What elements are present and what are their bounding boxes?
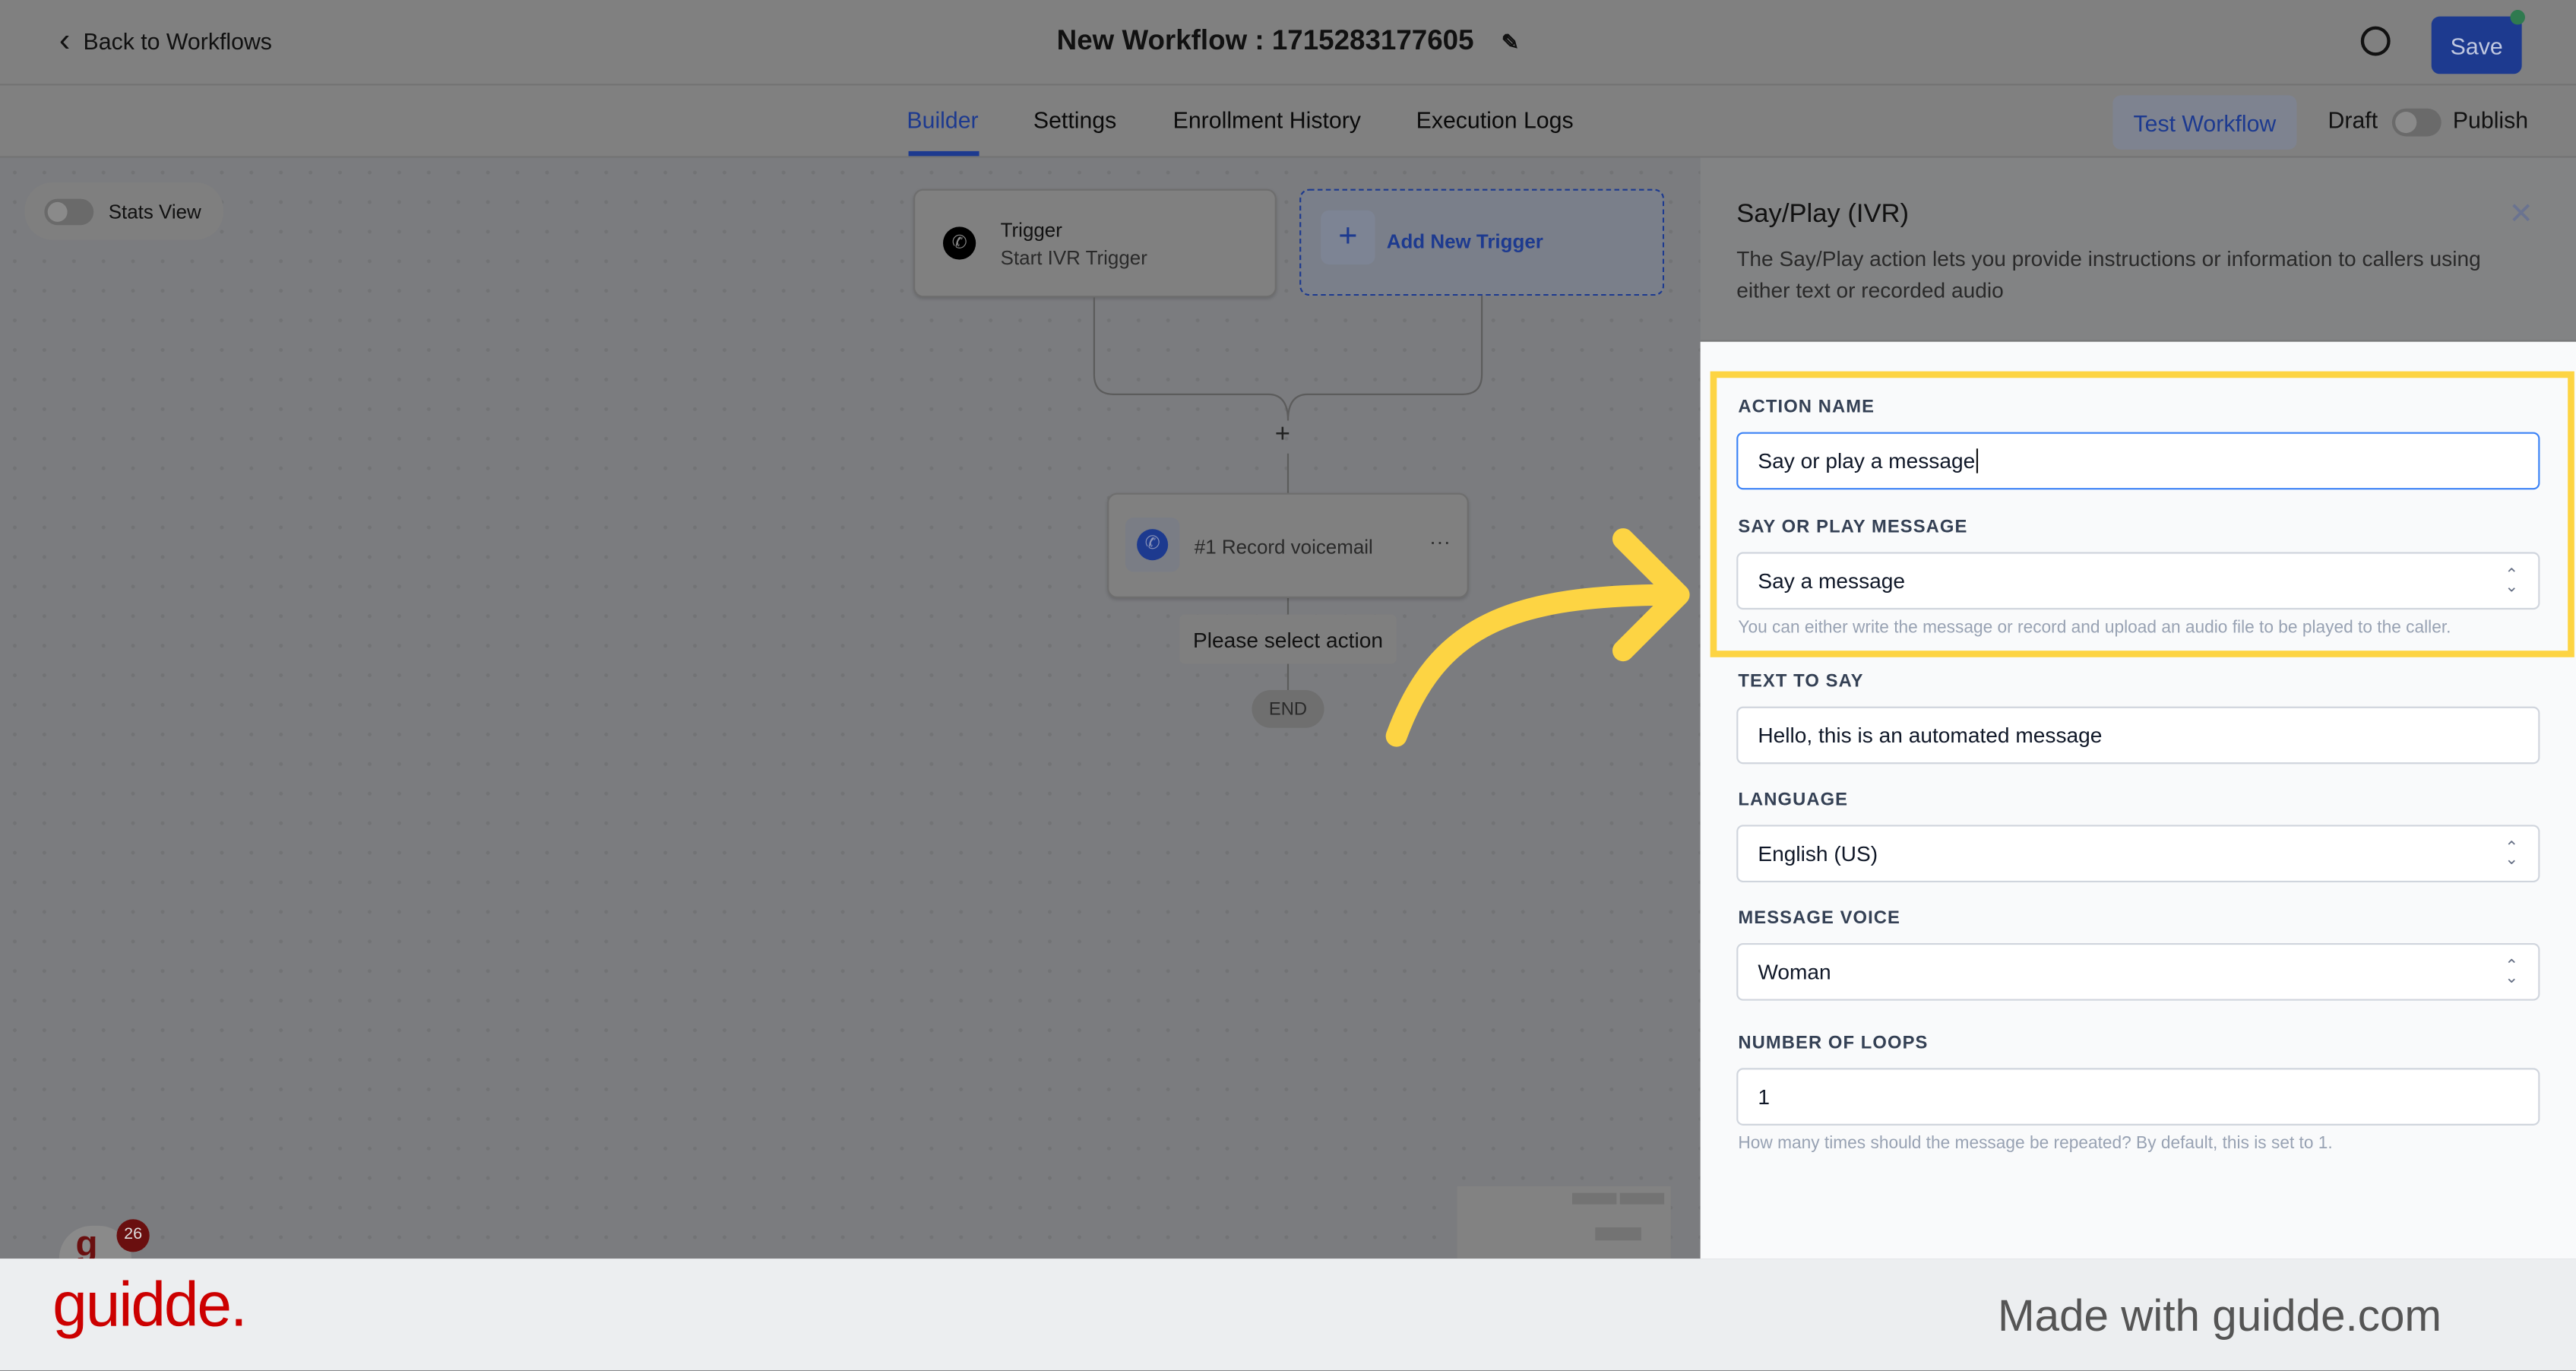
publish-label: Publish (2452, 106, 2529, 134)
text-to-say-label: TEXT TO SAY (1738, 672, 1864, 692)
select-value: Woman (1758, 959, 1831, 985)
tab-label: Settings (1033, 106, 1117, 134)
placeholder-label: Please select action (1193, 626, 1383, 652)
tab-label: Execution Logs (1416, 106, 1574, 134)
footer-bar: guidde. Made with guidde.com (0, 1259, 2576, 1371)
tab-enrollment-history[interactable]: Enrollment History (1173, 107, 1361, 134)
test-label: Test Workflow (2133, 109, 2277, 136)
guidde-logo: guidde. (52, 1271, 248, 1341)
updown-chevron-icon: ⌃ ⌄ (2505, 957, 2519, 987)
draft-label: Draft (2328, 106, 2378, 134)
notification-badge: 26 (116, 1219, 150, 1252)
updown-chevron-icon: ⌃ ⌄ (2505, 838, 2519, 869)
minimap[interactable] (1457, 1186, 1671, 1259)
phone-icon: ✆ (1137, 529, 1169, 561)
action-node-label: #1 Record voicemail (1194, 535, 1373, 559)
loops-input[interactable]: 1 (1736, 1068, 2540, 1126)
test-workflow-button[interactable]: Test Workflow (2112, 95, 2297, 150)
loops-hint: How many times should the message be rep… (1738, 1133, 2333, 1154)
loops-label: NUMBER OF LOOPS (1738, 1033, 1929, 1053)
active-tab-indicator (908, 150, 979, 157)
save-button[interactable]: Save (2431, 16, 2522, 74)
language-label: LANGUAGE (1738, 790, 1849, 810)
publish-toggle[interactable] (2391, 108, 2442, 137)
text-to-say-input[interactable]: Hello, this is an automated message (1736, 706, 2540, 765)
input-value: Hello, this is an automated message (1758, 723, 2103, 748)
made-with-tagline: Made with guidde.com (1997, 1291, 2442, 1341)
input-value: 1 (1758, 1084, 1770, 1110)
status-dot (2510, 9, 2525, 25)
edit-pencil-icon[interactable]: ✎ (1502, 30, 1520, 54)
select-value: English (US) (1758, 841, 1878, 866)
tab-label: Builder (907, 106, 979, 134)
message-voice-select[interactable]: Woman ⌃ ⌄ (1736, 942, 2540, 1001)
end-node: END (1252, 690, 1324, 728)
message-voice-label: MESSAGE VOICE (1738, 908, 1900, 929)
panel-title: Say/Play (IVR) (1736, 200, 1910, 229)
arrow-annotation-icon (1385, 528, 1690, 747)
tab-bar: Builder Settings Enrollment History Exec… (0, 85, 2576, 158)
tab-execution-logs[interactable]: Execution Logs (1416, 107, 1574, 134)
end-label: END (1268, 698, 1308, 719)
history-icon[interactable] (2360, 26, 2391, 56)
screen: ‹ Back to Workflows New Workflow : 17152… (0, 0, 2576, 1371)
tab-builder[interactable]: Builder (907, 107, 978, 134)
panel-header: Say/Play (IVR) ✕ The Say/Play action let… (1700, 157, 2576, 342)
tab-settings[interactable]: Settings (1033, 107, 1116, 134)
close-icon[interactable]: ✕ (2508, 197, 2533, 231)
action-icon-bg: ✆ (1125, 518, 1180, 572)
top-bar: ‹ Back to Workflows New Workflow : 17152… (0, 0, 2576, 86)
workflow-title: New Workflow : 1715283177605 (1056, 24, 1474, 56)
language-select[interactable]: English (US) ⌃ ⌄ (1736, 825, 2540, 882)
save-label: Save (2450, 32, 2503, 59)
highlight-box (1710, 371, 2574, 657)
add-step-plus-icon[interactable]: + (1275, 420, 1290, 450)
panel-description: The Say/Play action lets you provide ins… (1736, 246, 2481, 302)
tab-label: Enrollment History (1172, 106, 1361, 134)
